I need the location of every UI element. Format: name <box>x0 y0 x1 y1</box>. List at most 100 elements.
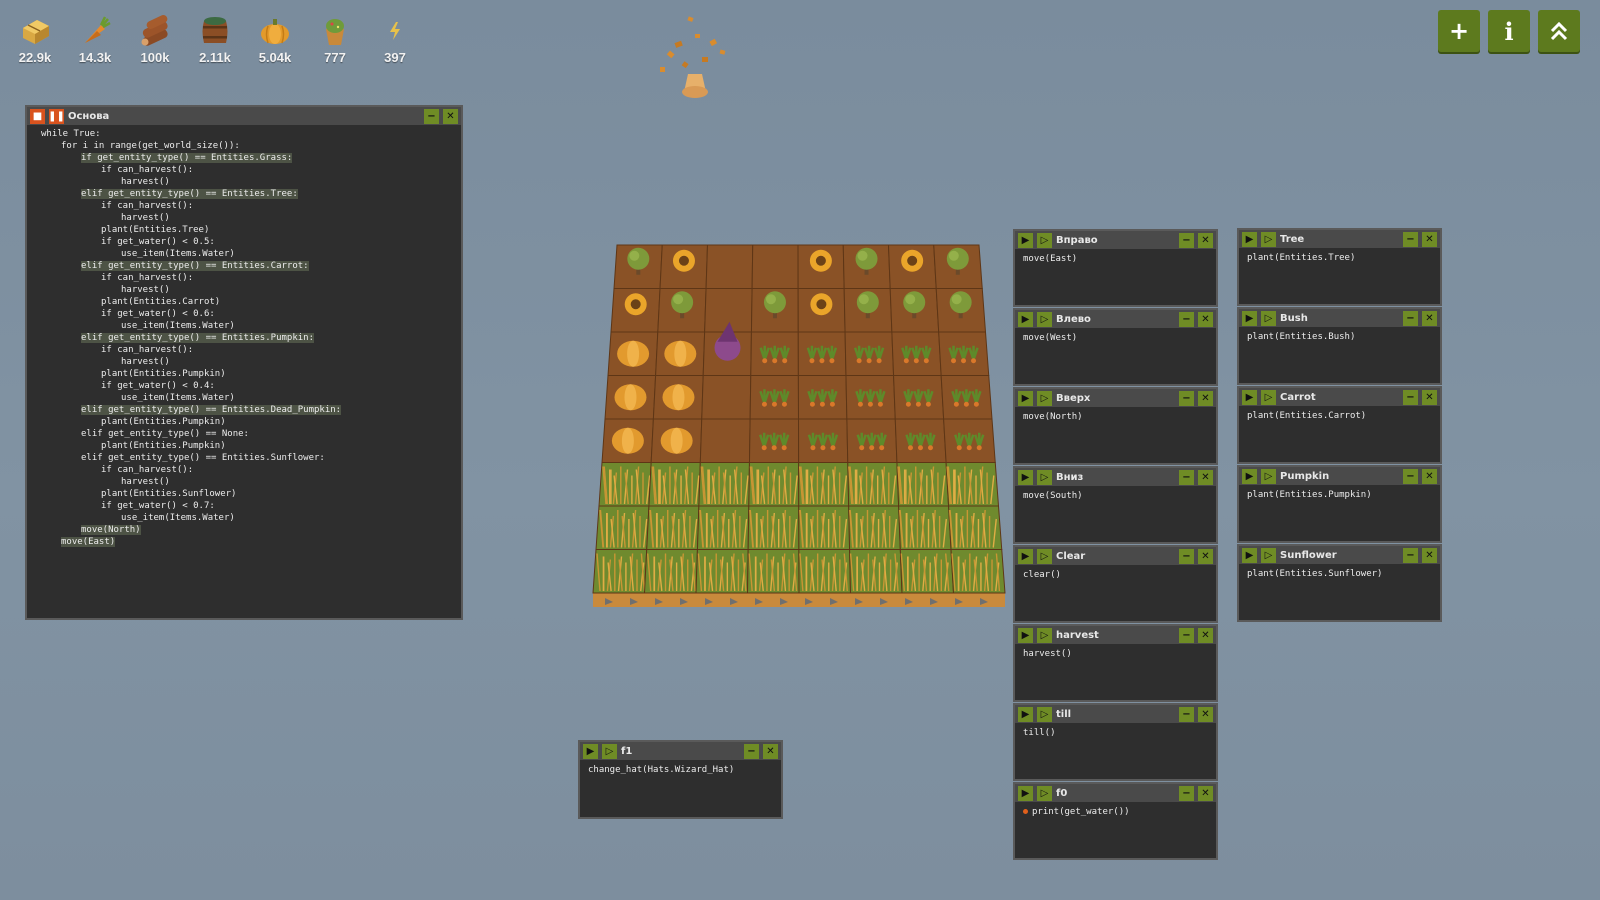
run-button[interactable]: ▶ <box>1242 310 1257 326</box>
function-window-влево[interactable]: ▶ ▷ Влево − ✕ move(West) <box>1013 308 1218 386</box>
close-button[interactable]: ✕ <box>443 108 458 124</box>
window-header[interactable]: ■ ❚❚ Основа − ✕ <box>27 107 461 125</box>
stop-button[interactable]: ■ <box>30 108 45 124</box>
step-button[interactable]: ▷ <box>1037 232 1052 248</box>
close-button[interactable]: ✕ <box>1422 389 1437 405</box>
window-header[interactable]: ▶ ▷ Bush − ✕ <box>1239 309 1440 327</box>
function-window-carrot[interactable]: ▶ ▷ Carrot − ✕ plant(Entities.Carrot) <box>1237 386 1442 464</box>
minimize-button[interactable]: − <box>1179 785 1194 801</box>
function-window-bush[interactable]: ▶ ▷ Bush − ✕ plant(Entities.Bush) <box>1237 307 1442 385</box>
code-editor[interactable]: move(South) <box>1015 486 1216 506</box>
minimize-button[interactable]: − <box>1179 232 1194 248</box>
step-button[interactable]: ▷ <box>1261 389 1276 405</box>
code-editor[interactable]: plant(Entities.Pumpkin) <box>1239 485 1440 505</box>
step-button[interactable]: ▷ <box>1037 469 1052 485</box>
step-button[interactable]: ▷ <box>1037 785 1052 801</box>
code-editor[interactable]: move(West) <box>1015 328 1216 348</box>
close-button[interactable]: ✕ <box>1422 231 1437 247</box>
function-window-вниз[interactable]: ▶ ▷ Вниз − ✕ move(South) <box>1013 466 1218 544</box>
minimize-button[interactable]: − <box>1179 627 1194 643</box>
step-button[interactable]: ▷ <box>1037 706 1052 722</box>
close-button[interactable]: ✕ <box>1198 390 1213 406</box>
close-button[interactable]: ✕ <box>1198 785 1213 801</box>
function-window-sunflower[interactable]: ▶ ▷ Sunflower − ✕ plant(Entities.Sunflower) <box>1237 544 1442 622</box>
code-editor[interactable]: move(East) <box>1015 249 1216 269</box>
window-header[interactable]: ▶ ▷ Sunflower − ✕ <box>1239 546 1440 564</box>
main-code-window[interactable]: ■ ❚❚ Основа − ✕ while True: for i in rang… <box>25 105 463 620</box>
run-button[interactable]: ▶ <box>1018 390 1033 406</box>
step-button[interactable]: ▷ <box>1261 231 1276 247</box>
window-header[interactable]: ▶ ▷ harvest − ✕ <box>1015 626 1216 644</box>
code-editor[interactable]: till() <box>1015 723 1216 743</box>
close-button[interactable]: ✕ <box>1198 627 1213 643</box>
step-button[interactable]: ▷ <box>1037 627 1052 643</box>
close-button[interactable]: ✕ <box>1198 469 1213 485</box>
minimize-button[interactable]: − <box>1403 468 1418 484</box>
step-button[interactable]: ▷ <box>1261 468 1276 484</box>
code-editor[interactable]: plant(Entities.Carrot) <box>1239 406 1440 426</box>
minimize-button[interactable]: − <box>744 743 759 759</box>
pause-button[interactable]: ❚❚ <box>48 108 65 124</box>
run-button[interactable]: ▶ <box>1242 547 1257 563</box>
run-button[interactable]: ▶ <box>1018 548 1033 564</box>
function-window-pumpkin[interactable]: ▶ ▷ Pumpkin − ✕ plant(Entities.Pumpkin) <box>1237 465 1442 543</box>
close-button[interactable]: ✕ <box>763 743 778 759</box>
run-button[interactable]: ▶ <box>1018 232 1033 248</box>
close-button[interactable]: ✕ <box>1422 310 1437 326</box>
window-header[interactable]: ▶ ▷ Вправо − ✕ <box>1015 231 1216 249</box>
step-button[interactable]: ▷ <box>1261 547 1276 563</box>
minimize-button[interactable]: − <box>1179 706 1194 722</box>
run-button[interactable]: ▶ <box>1242 389 1257 405</box>
window-header[interactable]: ▶ ▷ Вверх − ✕ <box>1015 389 1216 407</box>
function-window-вверх[interactable]: ▶ ▷ Вверх − ✕ move(North) <box>1013 387 1218 465</box>
window-header[interactable]: ▶ ▷ Clear − ✕ <box>1015 547 1216 565</box>
close-button[interactable]: ✕ <box>1422 547 1437 563</box>
minimize-button[interactable]: − <box>1403 310 1418 326</box>
minimize-button[interactable]: − <box>1403 389 1418 405</box>
step-button[interactable]: ▷ <box>1037 390 1052 406</box>
run-button[interactable]: ▶ <box>1018 469 1033 485</box>
close-button[interactable]: ✕ <box>1198 311 1213 327</box>
add-button[interactable]: + <box>1438 10 1480 52</box>
info-button[interactable]: i <box>1488 10 1530 52</box>
close-button[interactable]: ✕ <box>1422 468 1437 484</box>
function-window-till[interactable]: ▶ ▷ till − ✕ till() <box>1013 703 1218 781</box>
minimize-button[interactable]: − <box>1403 231 1418 247</box>
close-button[interactable]: ✕ <box>1198 548 1213 564</box>
minimize-button[interactable]: − <box>1179 548 1194 564</box>
function-window-harvest[interactable]: ▶ ▷ harvest − ✕ harvest() <box>1013 624 1218 702</box>
minimize-button[interactable]: − <box>1179 311 1194 327</box>
step-button[interactable]: ▷ <box>1261 310 1276 326</box>
code-editor[interactable]: move(North) <box>1015 407 1216 427</box>
minimize-button[interactable]: − <box>1179 390 1194 406</box>
function-window-clear[interactable]: ▶ ▷ Clear − ✕ clear() <box>1013 545 1218 623</box>
run-button[interactable]: ▶ <box>1018 706 1033 722</box>
code-editor[interactable]: while True: for i in range(get_world_size… <box>27 125 461 552</box>
upgrade-button[interactable] <box>1538 10 1580 52</box>
minimize-button[interactable]: − <box>1179 469 1194 485</box>
window-header[interactable]: ▶ ▷ f0 − ✕ <box>1015 784 1216 802</box>
step-button[interactable]: ▷ <box>1037 311 1052 327</box>
step-button[interactable]: ▷ <box>1037 548 1052 564</box>
function-window-f0[interactable]: ▶ ▷ f0 − ✕ print(get_water()) <box>1013 782 1218 860</box>
window-header[interactable]: ▶ ▷ Вниз − ✕ <box>1015 468 1216 486</box>
code-editor[interactable]: change_hat(Hats.Wizard_Hat) <box>580 760 781 780</box>
code-editor[interactable]: plant(Entities.Tree) <box>1239 248 1440 268</box>
close-button[interactable]: ✕ <box>1198 232 1213 248</box>
code-editor[interactable]: plant(Entities.Sunflower) <box>1239 564 1440 584</box>
window-header[interactable]: ▶ ▷ Pumpkin − ✕ <box>1239 467 1440 485</box>
function-window-f1[interactable]: ▶ ▷ f1 − ✕ change_hat(Hats.Wizard_Hat) <box>578 740 783 819</box>
window-header[interactable]: ▶ ▷ f1 − ✕ <box>580 742 781 760</box>
run-button[interactable]: ▶ <box>1018 311 1033 327</box>
step-button[interactable]: ▷ <box>602 743 617 759</box>
code-editor[interactable]: harvest() <box>1015 644 1216 664</box>
run-button[interactable]: ▶ <box>1242 468 1257 484</box>
window-header[interactable]: ▶ ▷ till − ✕ <box>1015 705 1216 723</box>
close-button[interactable]: ✕ <box>1198 706 1213 722</box>
run-button[interactable]: ▶ <box>1018 785 1033 801</box>
function-window-tree[interactable]: ▶ ▷ Tree − ✕ plant(Entities.Tree) <box>1237 228 1442 306</box>
window-header[interactable]: ▶ ▷ Влево − ✕ <box>1015 310 1216 328</box>
window-header[interactable]: ▶ ▷ Carrot − ✕ <box>1239 388 1440 406</box>
run-button[interactable]: ▶ <box>583 743 598 759</box>
function-window-вправо[interactable]: ▶ ▷ Вправо − ✕ move(East) <box>1013 229 1218 307</box>
